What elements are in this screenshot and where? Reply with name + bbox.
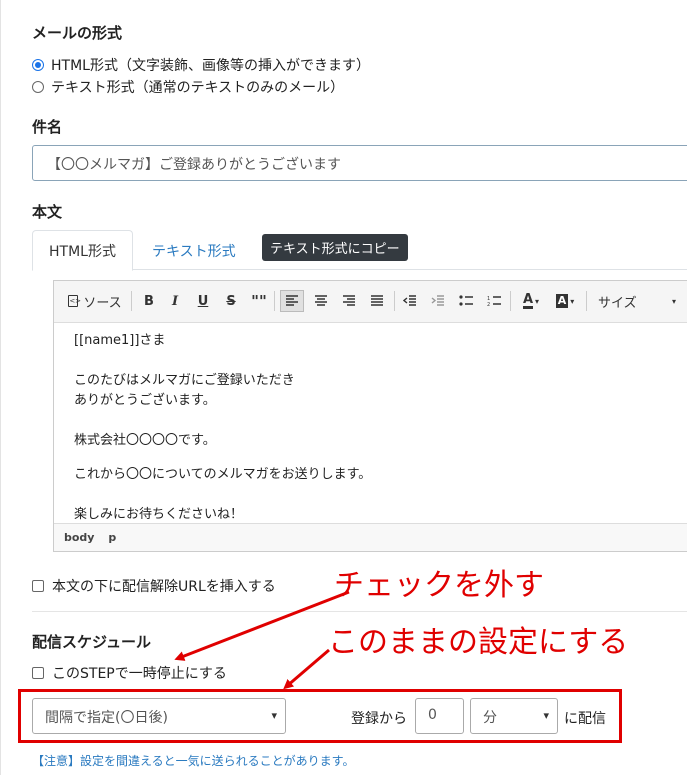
- annotation-arrows: [174, 590, 350, 690]
- arrow-to-pause-checkbox: [174, 590, 350, 661]
- form-panel: メールの形式 HTML形式（文字装飾、画像等の挿入ができます） テキスト形式（通…: [0, 0, 687, 775]
- arrow-to-schedule-box: [283, 648, 330, 690]
